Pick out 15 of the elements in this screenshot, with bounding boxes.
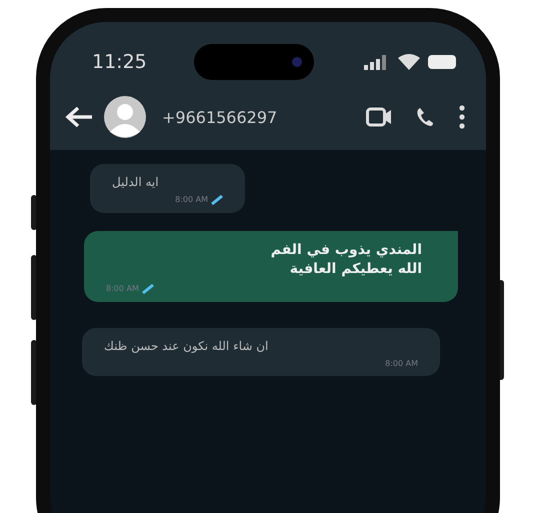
status-time: 11:25 [92, 51, 148, 73]
message-text: ايه الدليل [112, 174, 159, 191]
message-time: 8:00 AM [385, 358, 418, 368]
message-time: 8:00 AM [175, 195, 208, 204]
video-call-icon[interactable] [366, 107, 392, 127]
message-text: المندي يذوب في الفم الله يعطيكم العافية [270, 240, 423, 280]
avatar-icon[interactable] [104, 96, 146, 138]
message-time: 8:00 AM [106, 284, 139, 294]
message-text: ان شاء الله نكون عند حسن ظنك [104, 338, 268, 355]
more-options-icon[interactable] [458, 105, 466, 129]
contact-name[interactable]: +9661566297 [162, 108, 278, 126]
battery-icon [428, 54, 458, 70]
wifi-icon [398, 54, 420, 70]
back-arrow-icon[interactable] [64, 105, 94, 129]
phone-call-icon[interactable] [416, 107, 434, 127]
